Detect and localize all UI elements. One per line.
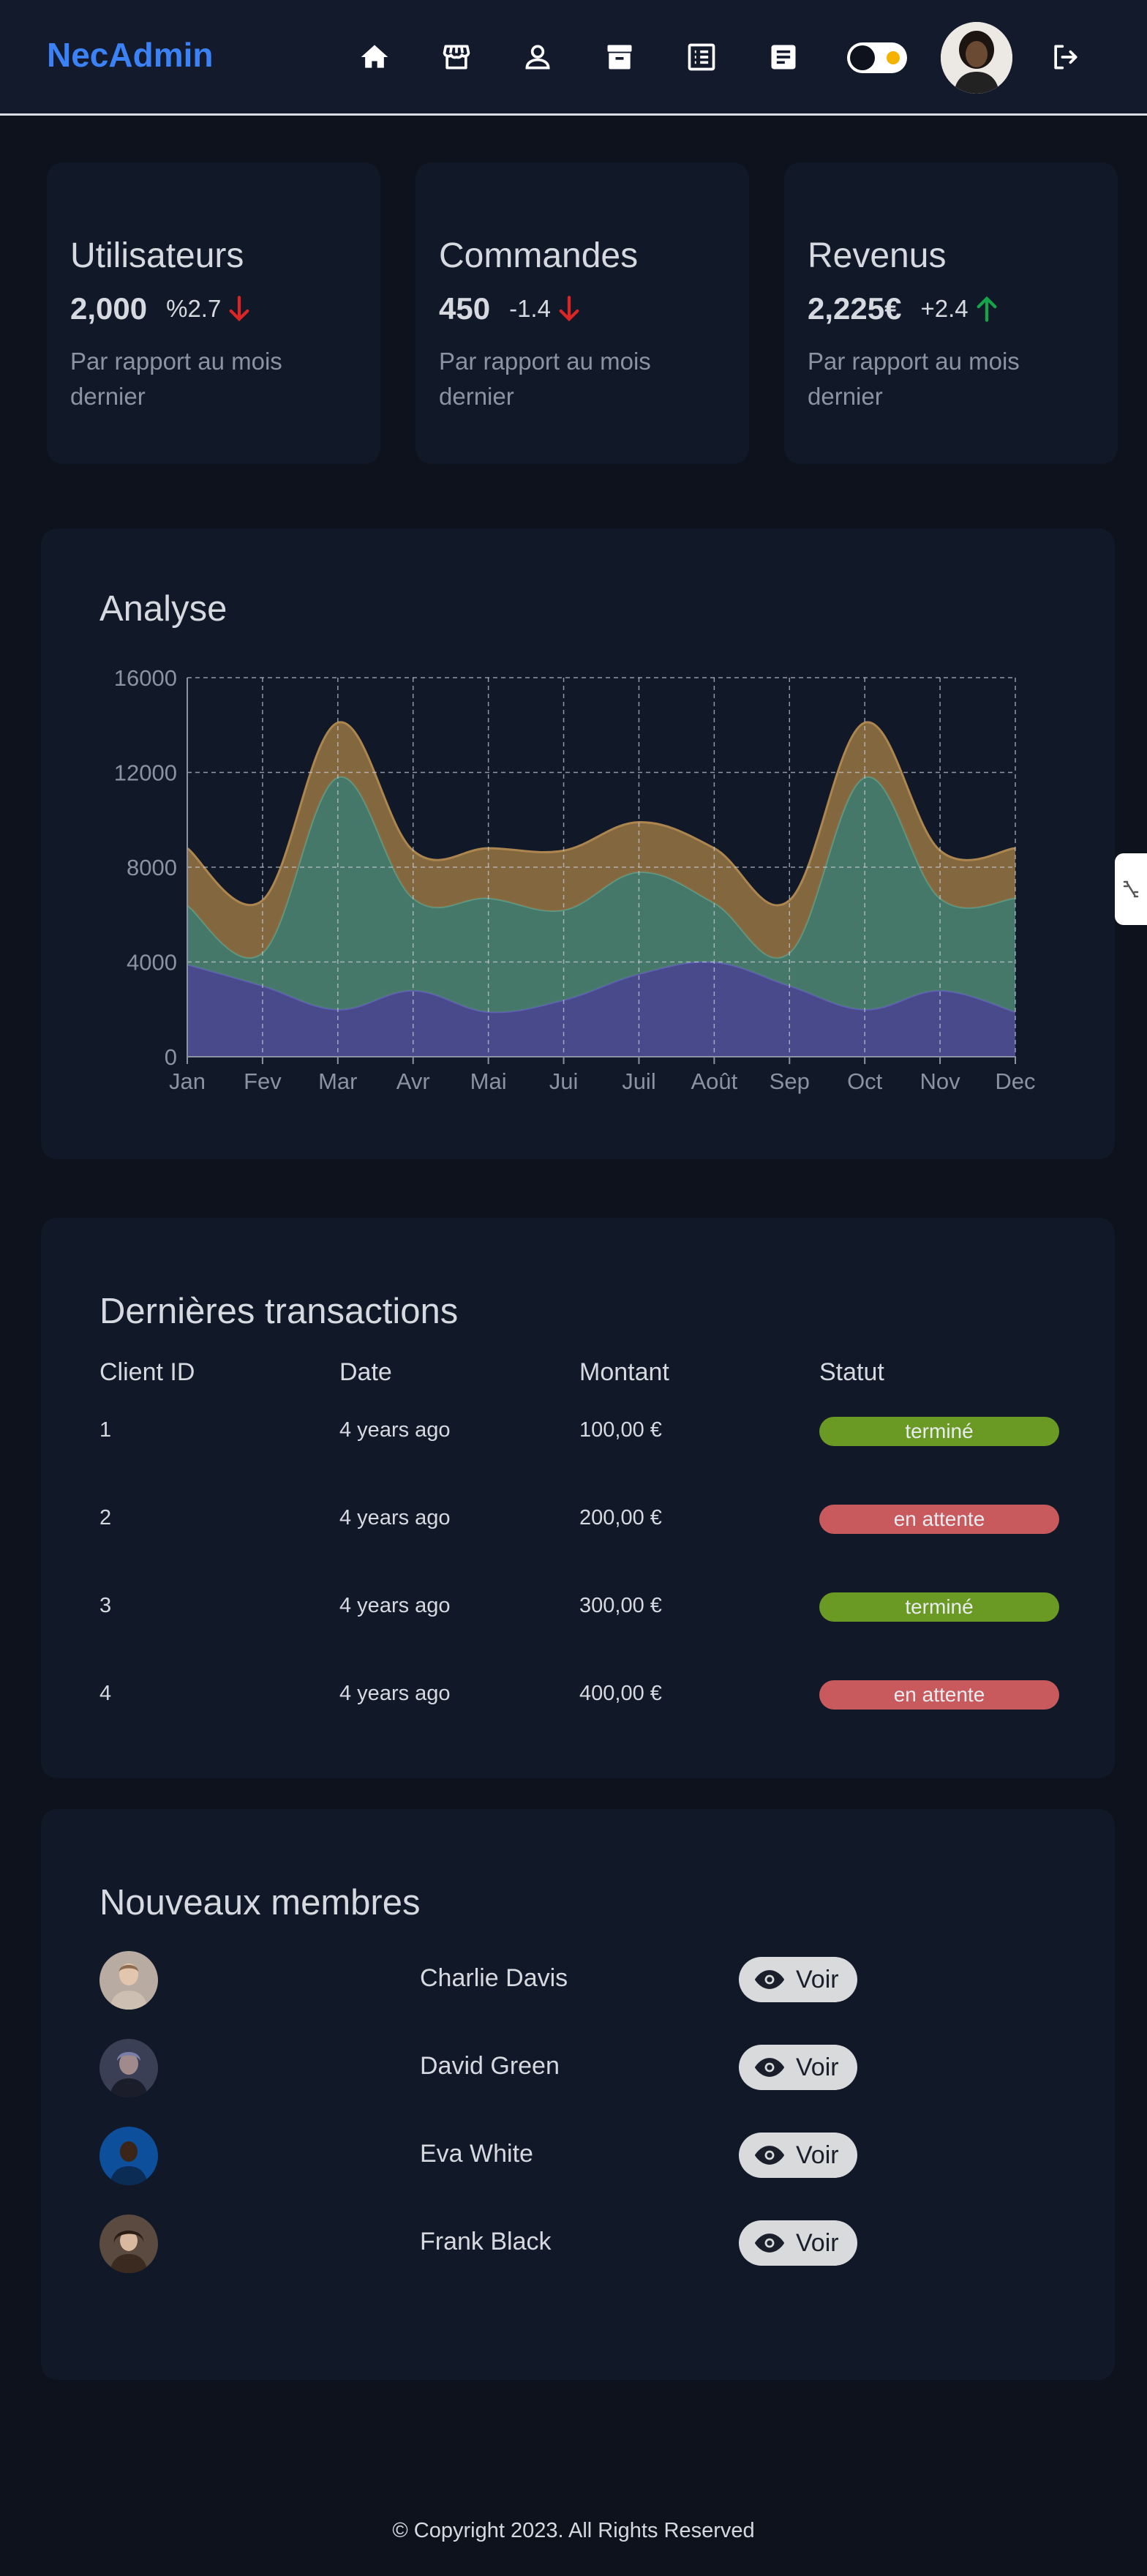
new-members-card: Nouveaux membres Charlie Davis Voir Davi…: [41, 1809, 1115, 2380]
analyse-card: Analyse 0 4000 8000 12000 16000 Jan Fev Mar Avr M…: [41, 528, 1115, 1159]
view-member-button[interactable]: Voir: [739, 2220, 857, 2266]
eye-icon: [754, 2146, 785, 2165]
status-badge: en attente: [819, 1680, 1059, 1710]
eye-icon: [754, 2234, 785, 2253]
stat-delta: %2.7: [166, 295, 222, 322]
cell-client-id: 1: [99, 1418, 112, 1442]
stat-card-users: Utilisateurs 2,000 %2.7 Par rapport au m…: [47, 162, 380, 464]
member-name: David Green: [420, 2052, 560, 2080]
brand-logo[interactable]: NecAdmin: [47, 35, 213, 75]
theme-toggle[interactable]: [847, 42, 907, 73]
view-member-button[interactable]: Voir: [739, 2133, 857, 2178]
view-member-label: Voir: [796, 2228, 839, 2257]
stat-note: Par rapport au mois dernier: [439, 348, 651, 410]
stat-title: Utilisateurs: [70, 236, 244, 275]
cell-amount: 200,00 €: [579, 1506, 662, 1530]
x-tick-label: Mar: [318, 1068, 357, 1094]
transactions-card: Dernières transactions Client ID Date Mo…: [41, 1218, 1115, 1778]
column-header-status: Statut: [819, 1358, 884, 1386]
column-header-date: Date: [339, 1358, 392, 1386]
status-badge: en attente: [819, 1505, 1059, 1534]
stat-value: 2,225€: [808, 291, 902, 326]
footer-copyright: © Copyright 2023. All Rights Reserved: [392, 2519, 755, 2542]
toggle-knob: [850, 45, 875, 70]
member-avatar: [99, 2127, 158, 2185]
side-panel-tab[interactable]: [1115, 853, 1147, 925]
member-name: Eva White: [420, 2140, 533, 2168]
x-tick-label: Mai: [470, 1068, 507, 1094]
member-name: Charlie Davis: [420, 1964, 568, 1992]
x-tick-label: Jui: [549, 1068, 579, 1094]
store-icon[interactable]: [439, 40, 474, 75]
x-tick-label: Sep: [770, 1068, 810, 1094]
view-member-label: Voir: [796, 2141, 839, 2169]
archive-icon[interactable]: [602, 40, 637, 75]
document-icon[interactable]: [766, 40, 801, 75]
grip-icon: [1123, 880, 1139, 898]
y-tick-label: 12000: [114, 760, 177, 786]
stat-note: Par rapport au mois dernier: [70, 348, 282, 410]
user-icon[interactable]: [520, 40, 555, 75]
logout-icon[interactable]: [1048, 40, 1083, 75]
y-tick-label: 4000: [127, 950, 177, 976]
y-tick-label: 0: [165, 1044, 177, 1070]
status-badge: terminé: [819, 1592, 1059, 1622]
cell-client-id: 3: [99, 1594, 112, 1617]
member-avatar: [99, 2039, 158, 2097]
view-member-button[interactable]: Voir: [739, 1957, 857, 2002]
y-tick-label: 8000: [127, 855, 177, 880]
x-tick-label: Jan: [169, 1068, 206, 1094]
cell-date: 4 years ago: [339, 1594, 451, 1617]
cell-amount: 400,00 €: [579, 1682, 662, 1705]
stat-value: 450: [439, 291, 491, 326]
stat-value: 2,000: [70, 291, 148, 326]
list-icon[interactable]: [684, 40, 719, 75]
home-icon[interactable]: [357, 40, 392, 75]
view-member-label: Voir: [796, 1965, 839, 1993]
x-tick-label: Nov: [920, 1068, 961, 1094]
cell-date: 4 years ago: [339, 1418, 451, 1442]
cell-client-id: 4: [99, 1682, 112, 1705]
stat-card-revenue: Revenus 2,225€ +2.4 Par rapport au mois …: [784, 162, 1118, 464]
cell-amount: 300,00 €: [579, 1594, 662, 1617]
stat-delta: -1.4: [509, 295, 551, 322]
arrow-down-icon: [559, 296, 579, 322]
arrow-down-icon: [229, 296, 249, 322]
stat-title: Commandes: [439, 236, 639, 275]
eye-icon: [754, 1970, 785, 1989]
stat-delta: +2.4: [920, 295, 969, 322]
stat-card-orders: Commandes 450 -1.4 Par rapport au mois d…: [415, 162, 749, 464]
arrow-up-icon: [977, 296, 997, 322]
user-avatar[interactable]: [941, 22, 1012, 94]
eye-icon: [754, 2058, 785, 2077]
member-name: Frank Black: [420, 2228, 552, 2255]
x-tick-label: Fev: [244, 1068, 282, 1094]
cell-date: 4 years ago: [339, 1682, 451, 1705]
view-member-button[interactable]: Voir: [739, 2045, 857, 2090]
x-tick-label: Oct: [847, 1068, 883, 1094]
status-badge: terminé: [819, 1417, 1059, 1446]
x-tick-label: Juil: [622, 1068, 656, 1094]
x-tick-label: Août: [691, 1068, 737, 1094]
analyse-chart: 0 4000 8000 12000 16000 Jan Fev Mar Avr Mai Jui Jui…: [114, 665, 1036, 1094]
x-tick-label: Dec: [995, 1068, 1035, 1094]
stat-note: Par rapport au mois dernier: [808, 348, 1020, 410]
top-navbar: NecAdmin: [0, 0, 1147, 116]
x-tick-label: Avr: [396, 1068, 430, 1094]
cell-client-id: 2: [99, 1506, 112, 1530]
member-avatar: [99, 2214, 158, 2273]
section-title: Dernières transactions: [99, 1292, 459, 1331]
section-title: Nouveaux membres: [99, 1883, 421, 1922]
column-header-client-id: Client ID: [99, 1358, 195, 1386]
cell-amount: 100,00 €: [579, 1418, 662, 1442]
cell-date: 4 years ago: [339, 1506, 451, 1530]
column-header-amount: Montant: [579, 1358, 669, 1386]
member-avatar: [99, 1951, 158, 2010]
y-tick-label: 16000: [114, 665, 177, 691]
view-member-label: Voir: [796, 2053, 839, 2081]
sun-icon: [887, 51, 900, 64]
stat-title: Revenus: [808, 236, 947, 275]
